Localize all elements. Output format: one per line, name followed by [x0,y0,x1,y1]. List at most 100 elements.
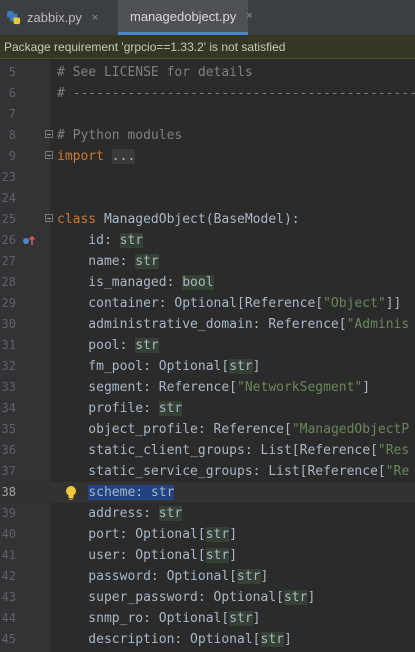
code-token: static_client_groups: List[Reference[ [57,443,378,458]
code-token: super_password: Optional[ [57,590,284,605]
line-number: 34 [1,401,16,415]
code-text: segment: Reference["NetworkSegment"] [57,377,370,398]
close-icon[interactable]: × [92,12,98,24]
code-text: static_service_groups: List[Reference["R… [57,461,409,482]
code-line[interactable]: 36 static_client_groups: List[Reference[… [0,440,415,461]
fold-toggle-icon[interactable] [45,130,53,138]
line-number: 43 [1,590,16,604]
line-number: 26 [1,233,16,247]
code-line[interactable]: 37 static_service_groups: List[Reference… [0,461,415,482]
code-line[interactable]: 44 snmp_ro: Optional[str] [0,608,415,629]
code-text: description: Optional[str] [57,629,292,650]
code-line[interactable]: 31 pool: str [0,335,415,356]
override-marker-icon[interactable] [22,234,36,248]
code-token: id: [57,233,120,248]
line-number: 40 [1,527,16,541]
code-line[interactable]: 41 user: Optional[str] [0,545,415,566]
code-token: ] [307,590,316,605]
code-line[interactable]: 42 password: Optional[str] [0,566,415,587]
code-line[interactable]: 30 administrative_domain: Reference["Adm… [0,314,415,335]
line-number: 39 [1,506,16,520]
code-token: ]] [385,296,402,311]
code-line[interactable]: 24 [0,188,415,209]
code-token: administrative_domain: Reference[ [57,317,347,332]
code-line[interactable]: 9 import ... [0,146,415,167]
close-icon[interactable]: × [246,10,252,22]
code-text: profile: str [57,398,183,419]
code-token: ] [229,527,238,542]
code-token: object_profile: Reference[ [57,422,292,437]
code-line[interactable]: 43 super_password: Optional[str] [0,587,415,608]
code-token: static_service_groups: List[Reference[ [57,464,386,479]
line-number: 28 [1,275,16,289]
code-token: # See LICENSE for details [57,65,253,80]
code-token: "NetworkSegment" [237,380,363,395]
code-text: scheme: str [57,482,175,503]
code-token: ] [229,548,238,563]
code-line[interactable]: 26 id: str [0,230,415,251]
code-line[interactable]: 29 container: Optional[Reference["Object… [0,293,415,314]
code-token: "Object" [323,296,386,311]
code-text: super_password: Optional[str] [57,587,315,608]
code-line[interactable]: 25 class ManagedObject(BaseModel): [0,209,415,230]
line-number: 36 [1,443,16,457]
code-token: pool: [57,338,136,353]
code-line[interactable]: 28 is_managed: bool [0,272,415,293]
code-text: address: str [57,503,183,524]
code-line[interactable]: 8 # Python modules [0,125,415,146]
tab-label: managedobject.py [130,8,237,24]
code-line[interactable]: 39 address: str [0,503,415,524]
tab-zabbix-py[interactable]: zabbix.py × [0,0,118,35]
code-line[interactable]: 34 profile: str [0,398,415,419]
code-token: str [237,569,261,584]
code-line[interactable]: 5 # See LICENSE for details [0,62,415,83]
code-token: segment: Reference[ [57,380,238,395]
line-number: 44 [1,611,16,625]
code-token: import [57,149,104,164]
code-text: class ManagedObject(BaseModel): [57,209,300,230]
code-token: description: Optional[ [57,632,261,647]
code-line[interactable]: 23 [0,167,415,188]
code-token: str [283,590,308,605]
code-token: str [229,611,253,626]
line-number: 35 [1,422,16,436]
code-token: snmp_ro: Optional[ [57,611,230,626]
code-line[interactable]: 45 description: Optional[str] [0,629,415,650]
code-line[interactable]: 32 fm_pool: Optional[str] [0,356,415,377]
code-line[interactable]: 35 object_profile: Reference["ManagedObj… [0,419,415,440]
code-token: str [158,401,183,416]
code-token: password: Optional[ [57,569,238,584]
tab-managedobject-py[interactable]: managedobject.py × [118,0,253,35]
code-token: "Re [385,464,410,479]
code-line[interactable]: 7 [0,104,415,125]
code-line[interactable]: 6 # -------------------------------------… [0,83,415,104]
code-token: is_managed: [57,275,183,290]
code-token: container: Optional[Reference[ [57,296,324,311]
fold-toggle-icon[interactable] [45,151,53,159]
code-token: str [260,632,284,647]
code-token: str [205,527,230,542]
code-token: class [57,212,97,227]
code-token: str [229,359,253,374]
code-token: str [158,506,183,521]
code-line[interactable]: 33 segment: Reference["NetworkSegment"] [0,377,415,398]
code-token: name: [57,254,136,269]
code-token: "ManagedObjectP [291,422,410,437]
code-text: id: str [57,230,144,251]
code-token: profile: [57,401,159,416]
code-token: ] [283,632,292,647]
code-token: ] [252,611,261,626]
code-editor[interactable]: 5 # See LICENSE for details 6 # -----------… [0,60,415,652]
code-line[interactable]: 40 port: Optional[str] [0,524,415,545]
line-number: 27 [1,254,16,268]
code-token: address: [57,506,159,521]
fold-toggle-icon[interactable] [45,214,53,222]
banner-text: Package requirement 'grpcio==1.33.2' is … [4,40,286,54]
code-line[interactable]: 38 scheme: str [0,482,415,503]
code-line[interactable]: 27 name: str [0,251,415,272]
line-number: 37 [1,464,16,478]
line-number: 25 [1,212,16,226]
line-number: 31 [1,338,16,352]
code-token: bool [182,275,214,290]
code-token: "Adminis [346,317,410,332]
